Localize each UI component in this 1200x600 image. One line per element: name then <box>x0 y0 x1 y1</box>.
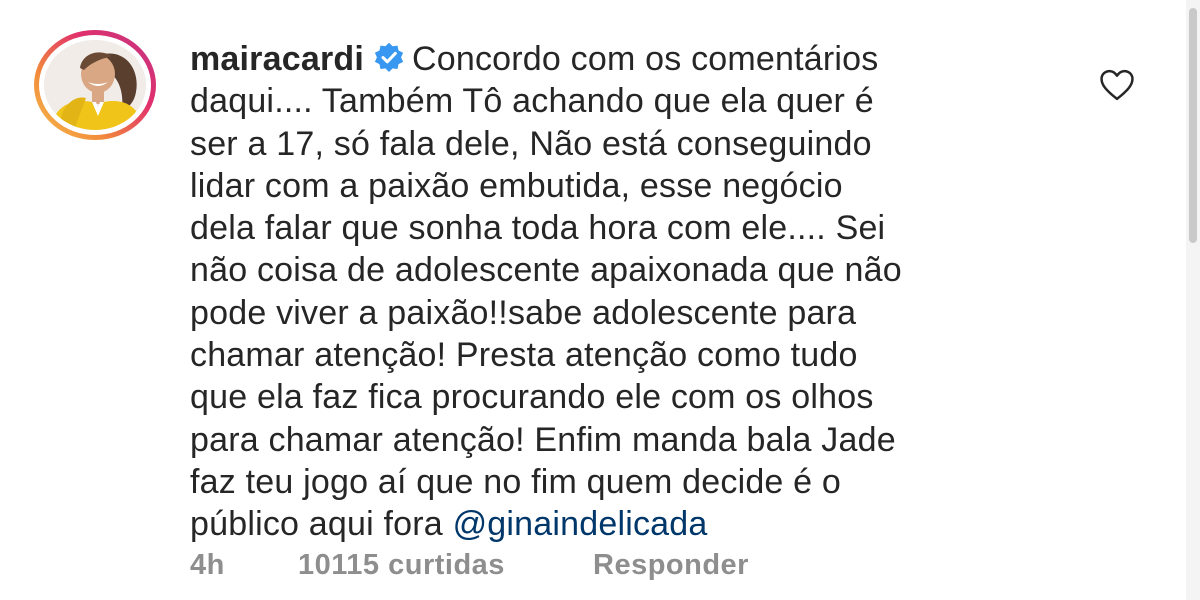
avatar[interactable] <box>34 30 156 140</box>
avatar-photo <box>44 40 146 130</box>
comment-text-line: Concordo com os comentários <box>412 40 879 78</box>
comment-text-line: ser a 17, só fala dele, Não está consegu… <box>190 124 872 163</box>
comment-text-line: para chamar atenção! Enfim manda bala Ja… <box>190 420 896 459</box>
verified-badge-icon <box>374 42 404 72</box>
avatar-portrait-icon <box>44 40 146 130</box>
mention-link[interactable]: @ginaindelicada <box>453 505 708 543</box>
likes-count[interactable]: 10115 curtidas <box>298 549 505 582</box>
comment-card: mairacardi Concordo com os comentários d… <box>0 0 1200 600</box>
comment-body: mairacardi Concordo com os comentários d… <box>190 38 1070 546</box>
comment-text-line: faz teu jogo aí que no fim quem decide é… <box>190 462 842 501</box>
username-link[interactable]: mairacardi <box>190 40 364 78</box>
comment-text-line: lidar com a paixão embutida, esse negóci… <box>190 166 843 205</box>
timestamp: 4h <box>190 549 225 581</box>
comment-text-line: chamar atenção! Presta atenção como tudo <box>190 336 858 375</box>
scrollbar[interactable] <box>1186 0 1200 600</box>
comment-text-line: pode viver a paixão!!sabe adolescente pa… <box>190 293 857 332</box>
heart-outline-icon[interactable] <box>1098 68 1136 102</box>
comment-text-line: daqui.... Também Tô achando que ela quer… <box>190 82 874 121</box>
avatar-border <box>39 35 151 135</box>
comment-text-line: dela falar que sonha toda hora com ele..… <box>190 209 886 248</box>
comment-text-line: não coisa de adolescente apaixonada que … <box>190 251 902 290</box>
reply-button[interactable]: Responder <box>593 549 749 582</box>
scrollbar-thumb[interactable] <box>1189 8 1197 243</box>
comment-text-line: que ela faz fica procurando ele com os o… <box>190 378 874 417</box>
comment-text-line: público aqui fora <box>190 505 443 544</box>
